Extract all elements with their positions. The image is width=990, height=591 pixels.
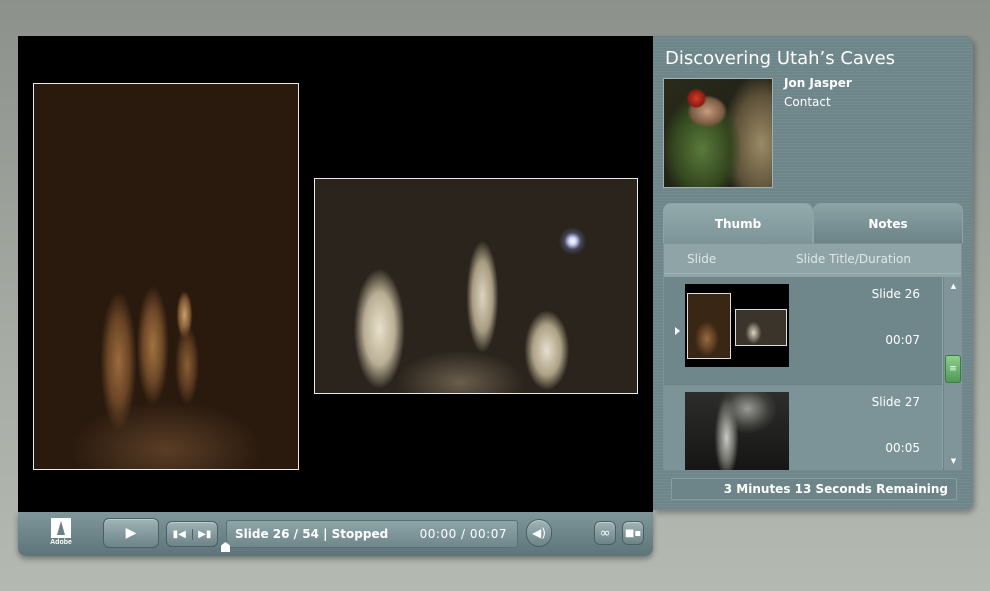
presentation-title: Discovering Utah’s Caves [665,48,896,69]
time-remaining: 3 Minutes 13 Seconds Remaining [671,478,957,500]
slide-list-scrollbar[interactable]: ▲ ≡ ▼ [943,277,962,470]
previous-slide-icon[interactable]: ▮◀ [167,528,193,540]
slide-duration: 00:07 [885,333,920,347]
thumbnail-right-photo [735,309,787,346]
slide-thumbnail [685,392,789,470]
cave-stalagmite-photo [33,83,299,470]
slide-list-header: Slide Slide Title/Duration [664,244,961,274]
slide-nav-buttons: ▮◀ ▶▮ [166,521,218,547]
slide-list-item[interactable]: Slide 26 00:07 [664,277,942,385]
slide-title: Slide 26 [871,287,920,301]
volume-button[interactable]: ◀) [526,519,552,547]
tab-notes[interactable]: Notes [813,203,963,243]
presenter-photo [663,78,773,188]
play-button[interactable]: ▶ [103,518,159,548]
thumbnail-left-photo [687,293,731,359]
slide-list-body: Slide 26 00:07 Slide 27 00:05 [664,277,942,470]
column-header-slide: Slide [687,251,717,266]
tab-thumb[interactable]: Thumb [663,203,813,243]
current-slide-pointer-icon [675,327,680,335]
contact-link[interactable]: Contact [784,95,831,109]
next-slide-icon[interactable]: ▶▮ [193,529,218,540]
slide-list: Slide Slide Title/Duration Slide 26 00:0… [663,243,962,470]
scroll-up-arrow-icon[interactable]: ▲ [944,277,963,295]
slide-stage [18,36,653,512]
presenter-name: Jon Jasper [784,76,852,90]
attachment-icon: ∞ [599,525,611,541]
column-header-title-duration: Slide Title/Duration [796,251,911,266]
playback-status-bar[interactable]: Slide 26 / 54 | Stopped 00:00 / 00:07 [226,520,518,548]
playback-control-bar: Adobe ▶ ▮◀ ▶▮ Slide 26 / 54 | Stopped 00… [18,512,653,556]
layout-button[interactable]: ■▪ [622,521,644,545]
slide-status-text: Slide 26 / 54 | Stopped [235,527,389,541]
adobe-logo-text: Adobe [50,539,72,546]
volume-icon: ◀) [532,526,546,540]
layout-icon: ■▪ [624,527,642,539]
sidebar-panel: Discovering Utah’s Caves Jon Jasper Cont… [653,36,973,510]
attachments-button[interactable]: ∞ [594,521,616,545]
adobe-logo-mark [51,518,71,538]
adobe-logo: Adobe [48,518,74,550]
slide-thumbnail [685,284,789,367]
play-icon: ▶ [125,525,137,541]
slide-list-item[interactable]: Slide 27 00:05 [664,385,942,470]
playback-time: 00:00 / 00:07 [419,527,507,541]
cave-formation-photo [314,178,638,394]
slide-duration: 00:05 [885,441,920,455]
slide-title: Slide 27 [871,395,920,409]
scroll-down-arrow-icon[interactable]: ▼ [944,452,963,470]
scrollbar-thumb[interactable]: ≡ [945,355,961,383]
